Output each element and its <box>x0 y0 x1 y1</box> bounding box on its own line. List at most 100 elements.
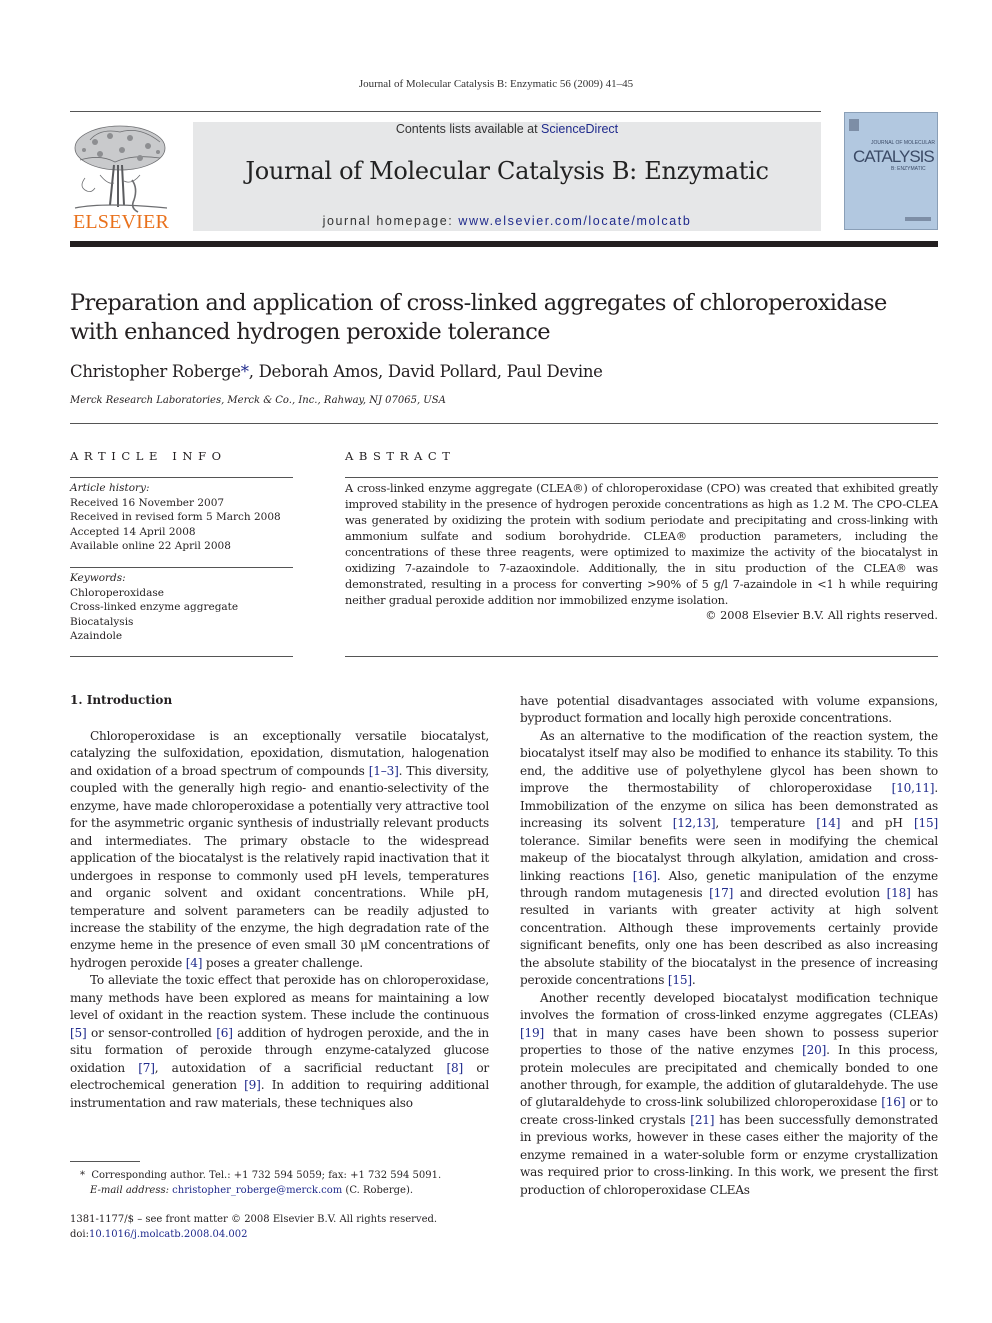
doi-link[interactable]: 10.1016/j.molcatb.2008.04.002 <box>89 1229 247 1240</box>
corresponding-author-marker[interactable]: * <box>241 362 249 381</box>
author-list: Christopher Roberge*, Deborah Amos, Davi… <box>70 362 603 381</box>
email-suffix: (C. Roberge). <box>342 1184 414 1196</box>
body-text: As an alternative to the modification of… <box>520 728 938 796</box>
article-history: Article history: Received 16 November 20… <box>70 481 281 554</box>
author-separator: , <box>378 362 388 381</box>
cover-title: CATALYSIS <box>853 147 935 166</box>
abstract-heading: ABSTRACT <box>345 449 456 463</box>
cover-subtitle: B: ENZYMATIC <box>891 166 926 172</box>
body-paragraph: Chloroperoxidase is an exceptionally ver… <box>70 728 489 972</box>
homepage-prefix: journal homepage: <box>322 214 459 228</box>
citation-link[interactable]: [17] <box>709 886 733 900</box>
article-info-end-rule <box>70 656 293 657</box>
publisher-logo-text: ELSEVIER <box>72 211 170 233</box>
citation-link[interactable]: [15] <box>914 816 938 830</box>
section-heading-introduction: 1. Introduction <box>70 693 173 707</box>
citation-link[interactable]: [21] <box>690 1113 714 1127</box>
author-separator: , <box>496 362 507 381</box>
citation-link[interactable]: [18] <box>887 886 911 900</box>
body-text: . <box>691 973 696 988</box>
body-text: Another recently developed biocatalyst m… <box>520 990 938 1023</box>
author-name: Paul Devine <box>506 362 603 381</box>
citation-link[interactable]: [4] <box>186 956 203 970</box>
body-text: have potential disadvantages associated … <box>520 694 938 726</box>
citation-link[interactable]: [16] <box>633 869 657 883</box>
header-rule <box>70 111 821 112</box>
citation-link[interactable]: [15] <box>668 973 692 987</box>
keyword-item: Chloroperoxidase <box>70 586 164 599</box>
body-paragraph: have potential disadvantages associated … <box>520 693 938 728</box>
author-name: David Pollard <box>387 362 497 381</box>
article-info-heading: ARTICLE INFO <box>70 449 227 463</box>
abstract-rule <box>345 477 938 478</box>
body-text: , autoxidation of a sacrificial reductan… <box>154 1060 447 1075</box>
contents-line: Contents lists available at ScienceDirec… <box>193 122 821 136</box>
keywords-label: Keywords: <box>70 572 126 584</box>
citation-link[interactable]: [10,11] <box>892 781 935 795</box>
body-paragraph: To alleviate the toxic effect that perox… <box>70 972 489 1112</box>
doi-line: doi:10.1016/j.molcatb.2008.04.002 <box>70 1228 437 1243</box>
body-text: , temperature <box>715 816 817 831</box>
affiliation-rule <box>70 423 938 424</box>
cover-footer-mark <box>905 217 931 221</box>
running-head: Journal of Molecular Catalysis B: Enzyma… <box>358 78 634 90</box>
body-text: poses a greater challenge. <box>202 955 363 970</box>
body-paragraph: As an alternative to the modification of… <box>520 728 938 990</box>
issn-line: 1381-1177/$ – see front matter © 2008 El… <box>70 1214 438 1225</box>
article-history-label: Article history: <box>70 482 150 494</box>
abstract-copyright: © 2008 Elsevier B.V. All rights reserved… <box>705 609 938 622</box>
journal-cover-image: JOURNAL OF MOLECULAR CATALYSIS B: ENZYMA… <box>844 112 938 230</box>
cover-publisher-badge-icon <box>849 119 859 131</box>
citation-link[interactable]: [19] <box>520 1026 544 1040</box>
body-column-left: Chloroperoxidase is an exceptionally ver… <box>70 728 489 1112</box>
email-link[interactable]: christopher_roberge@merck.com <box>172 1185 342 1196</box>
doi-prefix: doi: <box>70 1228 89 1240</box>
author-name: Deborah Amos <box>258 362 379 381</box>
article-info-rule <box>70 477 293 478</box>
footnote-email-line: E-mail address: christopher_roberge@merc… <box>80 1184 441 1199</box>
body-column-right: have potential disadvantages associated … <box>520 693 938 1199</box>
abstract-text: A cross-linked enzyme aggregate (CLEA®) … <box>345 482 938 607</box>
body-text: has resulted in variants with greater ac… <box>520 885 939 988</box>
homepage-link[interactable]: www.elsevier.com/locate/molcatb <box>458 214 691 228</box>
footnote-marker: * <box>80 1170 85 1181</box>
keywords: Keywords: Chloroperoxidase Cross-linked … <box>70 571 238 644</box>
citation-link[interactable]: [7] <box>138 1061 155 1075</box>
cover-top-line: JOURNAL OF MOLECULAR <box>871 140 935 146</box>
footnote-line: * Corresponding author. Tel.: +1 732 594… <box>80 1169 441 1184</box>
contents-prefix: Contents lists available at <box>395 122 542 136</box>
citation-link[interactable]: [14] <box>816 816 840 830</box>
keywords-rule <box>70 567 293 568</box>
history-item: Accepted 14 April 2008 <box>70 525 196 538</box>
history-item: Received in revised form 5 March 2008 <box>70 511 281 524</box>
citation-link[interactable]: [9] <box>244 1078 261 1092</box>
history-item: Received 16 November 2007 <box>70 496 225 509</box>
keyword-item: Azaindole <box>70 630 123 643</box>
footnote-rule <box>70 1161 140 1162</box>
citation-link[interactable]: [20] <box>802 1043 826 1057</box>
history-item: Available online 22 April 2008 <box>70 540 231 553</box>
email-label: E-mail address: <box>90 1184 169 1196</box>
keyword-item: Cross-linked enzyme aggregate <box>70 601 239 614</box>
author-separator: , <box>248 362 259 381</box>
citation-link[interactable]: [5] <box>70 1026 87 1040</box>
banner-thick-rule <box>70 241 938 247</box>
citation-link[interactable]: [8] <box>447 1061 464 1075</box>
body-text: and directed evolution <box>733 885 887 900</box>
citation-link[interactable]: [16] <box>881 1095 905 1109</box>
article-title: Preparation and application of cross-lin… <box>70 290 887 345</box>
body-text: . This diversity, coupled with the gener… <box>70 763 489 970</box>
citation-link[interactable]: [12,13] <box>673 816 716 830</box>
footnote-contact: Corresponding author. Tel.: +1 732 594 5… <box>91 1170 442 1181</box>
affiliation: Merck Research Laboratories, Merck & Co.… <box>70 395 446 406</box>
corresponding-author-footnote: * Corresponding author. Tel.: +1 732 594… <box>80 1169 441 1198</box>
journal-title: Journal of Molecular Catalysis B: Enzyma… <box>245 157 769 185</box>
body-text: To alleviate the toxic effect that perox… <box>70 973 489 1023</box>
front-matter: 1381-1177/$ – see front matter © 2008 El… <box>70 1213 437 1242</box>
body-text: or sensor-controlled <box>86 1025 217 1040</box>
sciencedirect-link[interactable]: ScienceDirect <box>541 122 618 136</box>
citation-link[interactable]: [1–3] <box>369 764 399 778</box>
author-name: Christopher Roberge <box>70 362 241 381</box>
body-paragraph: Another recently developed biocatalyst m… <box>520 990 938 1199</box>
citation-link[interactable]: [6] <box>216 1026 233 1040</box>
